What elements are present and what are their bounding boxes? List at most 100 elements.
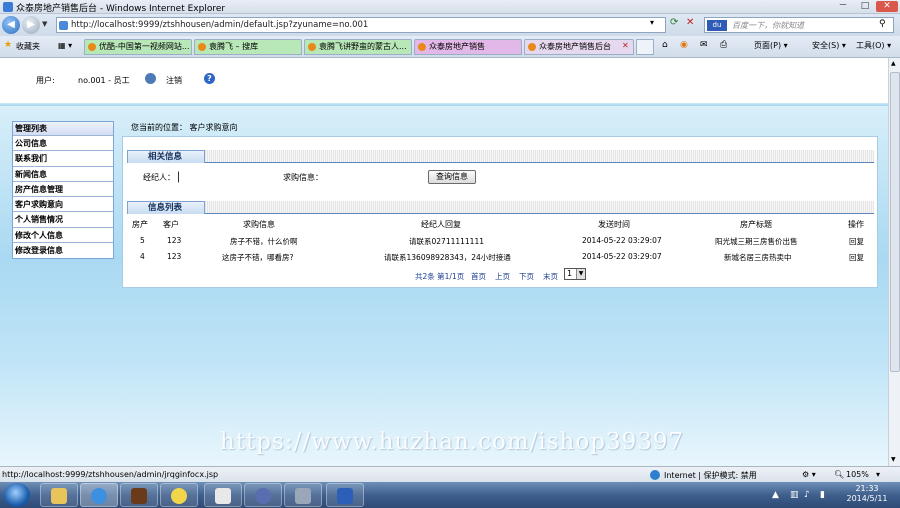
ie-logo-icon bbox=[3, 2, 13, 12]
help-icon[interactable]: ? bbox=[204, 73, 215, 84]
pager-first[interactable]: 首页 bbox=[471, 271, 486, 282]
new-tab-button[interactable] bbox=[636, 39, 654, 55]
menu-item-sales-status[interactable]: 个人销售情况 bbox=[13, 212, 113, 228]
window-titlebar: 众泰房地产销售后台 - Windows Internet Explorer － … bbox=[0, 0, 900, 14]
tab-video[interactable]: 袁腾飞讲野蛮的蒙古人... bbox=[304, 39, 412, 55]
security-zone: Internet | 保护模式: 禁用 bbox=[664, 471, 757, 480]
tray-arrow-icon[interactable]: ▲ bbox=[772, 490, 779, 500]
header-divider bbox=[0, 103, 888, 106]
query-button[interactable]: 查询信息 bbox=[428, 170, 476, 184]
page-icon bbox=[59, 21, 68, 30]
col-time: 发送时间 bbox=[598, 220, 630, 229]
content-panel: 相关信息 经纪人： 求购信息： 查询信息 信息列表 房产 客户 求购信息 经纪人… bbox=[122, 136, 878, 288]
taskbar-app-tools[interactable] bbox=[284, 483, 322, 507]
agent-input[interactable] bbox=[178, 171, 268, 183]
pager-next[interactable]: 下页 bbox=[519, 271, 534, 282]
menu-tools[interactable]: 工具(O) ▾ bbox=[856, 40, 891, 51]
search-icon[interactable]: ⚲ bbox=[879, 19, 886, 29]
taskbar-app-qq[interactable] bbox=[160, 483, 198, 507]
menu-item-edit-login[interactable]: 修改登录信息 bbox=[13, 243, 113, 258]
request-info-label: 求购信息： bbox=[283, 173, 323, 182]
menu-item-purchase-intent[interactable]: 客户求购意向 bbox=[13, 197, 113, 213]
back-button[interactable]: ◀ bbox=[2, 16, 20, 34]
page-select[interactable]: 1 ▼ bbox=[564, 268, 586, 280]
chevron-down-icon: ▼ bbox=[576, 269, 585, 279]
logout-link[interactable]: 注销 bbox=[166, 75, 182, 86]
start-button[interactable] bbox=[4, 483, 30, 507]
window-title: 众泰房地产销售后台 - Windows Internet Explorer bbox=[16, 4, 226, 14]
refresh-icon[interactable]: ⟳ bbox=[670, 17, 678, 28]
cell-customer: 123 bbox=[167, 236, 182, 245]
menu-item-contact[interactable]: 联系我们 bbox=[13, 151, 113, 167]
menu-item-company-info[interactable]: 公司信息 bbox=[13, 136, 113, 152]
tab-zhongtai[interactable]: 众泰房地产销售 bbox=[414, 39, 522, 55]
cell-request: 房子不错，什么价啊 bbox=[230, 237, 298, 246]
print-icon[interactable]: ⎙ bbox=[720, 40, 727, 50]
taskbar-app-eclipse[interactable] bbox=[244, 483, 282, 507]
zoom-dropdown-icon[interactable]: ▾ bbox=[876, 470, 880, 479]
globe-icon bbox=[650, 470, 660, 480]
search-input[interactable]: du 百度一下，你就知道 ⚲ bbox=[704, 17, 894, 33]
col-action: 操作 bbox=[848, 220, 864, 229]
stop-icon[interactable]: ✕ bbox=[686, 17, 694, 28]
url-input[interactable]: http://localhost:9999/ztshhousen/admin/d… bbox=[56, 17, 666, 33]
menu-item-property-manage[interactable]: 房产信息管理 bbox=[13, 182, 113, 198]
scroll-down-icon[interactable]: ▼ bbox=[891, 456, 896, 463]
quick-tabs-icon[interactable]: ▦ ▾ bbox=[58, 41, 72, 50]
zoom-icon[interactable]: 🔍︎ bbox=[834, 470, 844, 479]
cell-title: 阳光城三期三房售价出售 bbox=[715, 237, 798, 246]
maximize-button[interactable]: □ bbox=[854, 1, 876, 12]
cell-house: 5 bbox=[140, 236, 145, 245]
taskbar-app-word[interactable] bbox=[326, 483, 364, 507]
tab-bar: ★ 收藏夹 ▦ ▾ 优酷-中国第一视频网站... 袁腾飞 – 搜库 袁腾飞讲野蛮… bbox=[0, 36, 900, 58]
favorites-label[interactable]: 收藏夹 bbox=[16, 41, 40, 52]
col-request: 求购信息 bbox=[243, 220, 275, 229]
cell-customer: 123 bbox=[167, 252, 182, 261]
feeds-icon[interactable]: ◉ bbox=[680, 40, 688, 50]
tray-power-icon[interactable]: ▮ bbox=[820, 490, 825, 500]
protected-mode-icon[interactable]: ⚙ ▾ bbox=[802, 470, 816, 479]
menu-page[interactable]: 页面(P) ▾ bbox=[754, 40, 788, 51]
page-select-value: 1 bbox=[567, 269, 573, 278]
url-dropdown-icon[interactable]: ▾ bbox=[650, 18, 654, 27]
request-info-input[interactable] bbox=[325, 171, 415, 183]
forward-button[interactable]: ▶ bbox=[22, 16, 40, 34]
close-tab-icon[interactable]: ✕ bbox=[622, 41, 629, 50]
tab-youku[interactable]: 优酷-中国第一视频网站... bbox=[84, 39, 192, 55]
favorites-star-icon[interactable]: ★ bbox=[4, 40, 12, 50]
search-section-header: 相关信息 bbox=[127, 150, 874, 163]
cell-time: 2014-05-22 03:29:07 bbox=[582, 236, 662, 245]
taskbar-clock[interactable]: 21:33 2014/5/11 bbox=[838, 484, 896, 504]
reply-link[interactable]: 回复 bbox=[849, 252, 864, 263]
menu-safety[interactable]: 安全(S) ▾ bbox=[812, 40, 846, 51]
clock-date: 2014/5/11 bbox=[846, 494, 888, 503]
mail-icon[interactable]: ✉ bbox=[700, 40, 708, 50]
tray-network-icon[interactable]: ▥ bbox=[790, 490, 799, 500]
close-window-button[interactable]: ✕ bbox=[876, 1, 898, 12]
scroll-thumb[interactable] bbox=[890, 72, 900, 372]
taskbar-explorer[interactable] bbox=[40, 483, 78, 507]
page-viewport: 用户: no.001 - 员工 注销 ? 管理列表 公司信息 联系我们 新闻信息… bbox=[0, 58, 888, 466]
scroll-up-icon[interactable]: ▲ bbox=[891, 60, 896, 67]
tab-souku[interactable]: 袁腾飞 – 搜库 bbox=[194, 39, 302, 55]
clock-time: 21:33 bbox=[855, 484, 879, 493]
menu-item-news[interactable]: 新闻信息 bbox=[13, 167, 113, 182]
search-section-title: 相关信息 bbox=[127, 150, 205, 163]
history-dropdown-icon[interactable]: ▼ bbox=[42, 20, 47, 28]
taskbar-app-game[interactable] bbox=[120, 483, 158, 507]
pager-last[interactable]: 末页 bbox=[543, 271, 558, 282]
reply-link[interactable]: 回复 bbox=[849, 236, 864, 247]
zoom-level[interactable]: 105% bbox=[846, 470, 869, 479]
table-row: 5 123 房子不错，什么价啊 请联系02711111111 2014-05-2… bbox=[127, 233, 874, 248]
menu-item-edit-profile[interactable]: 修改个人信息 bbox=[13, 228, 113, 244]
vertical-scrollbar[interactable]: ▲ ▼ bbox=[888, 58, 900, 466]
url-text: http://localhost:9999/ztshhousen/admin/d… bbox=[71, 20, 369, 30]
tray-volume-icon[interactable]: ♪ bbox=[804, 490, 810, 500]
home-icon[interactable]: ⌂ bbox=[662, 40, 668, 50]
tab-zhongtai-admin[interactable]: 众泰房地产销售后台 bbox=[524, 39, 634, 55]
taskbar-ie[interactable] bbox=[80, 483, 118, 507]
taskbar-app-notepad[interactable] bbox=[204, 483, 242, 507]
address-bar: ◀ ▶ ▼ http://localhost:9999/ztshhousen/a… bbox=[0, 14, 900, 36]
minimize-button[interactable]: － bbox=[832, 1, 854, 12]
pager-prev[interactable]: 上页 bbox=[495, 271, 510, 282]
